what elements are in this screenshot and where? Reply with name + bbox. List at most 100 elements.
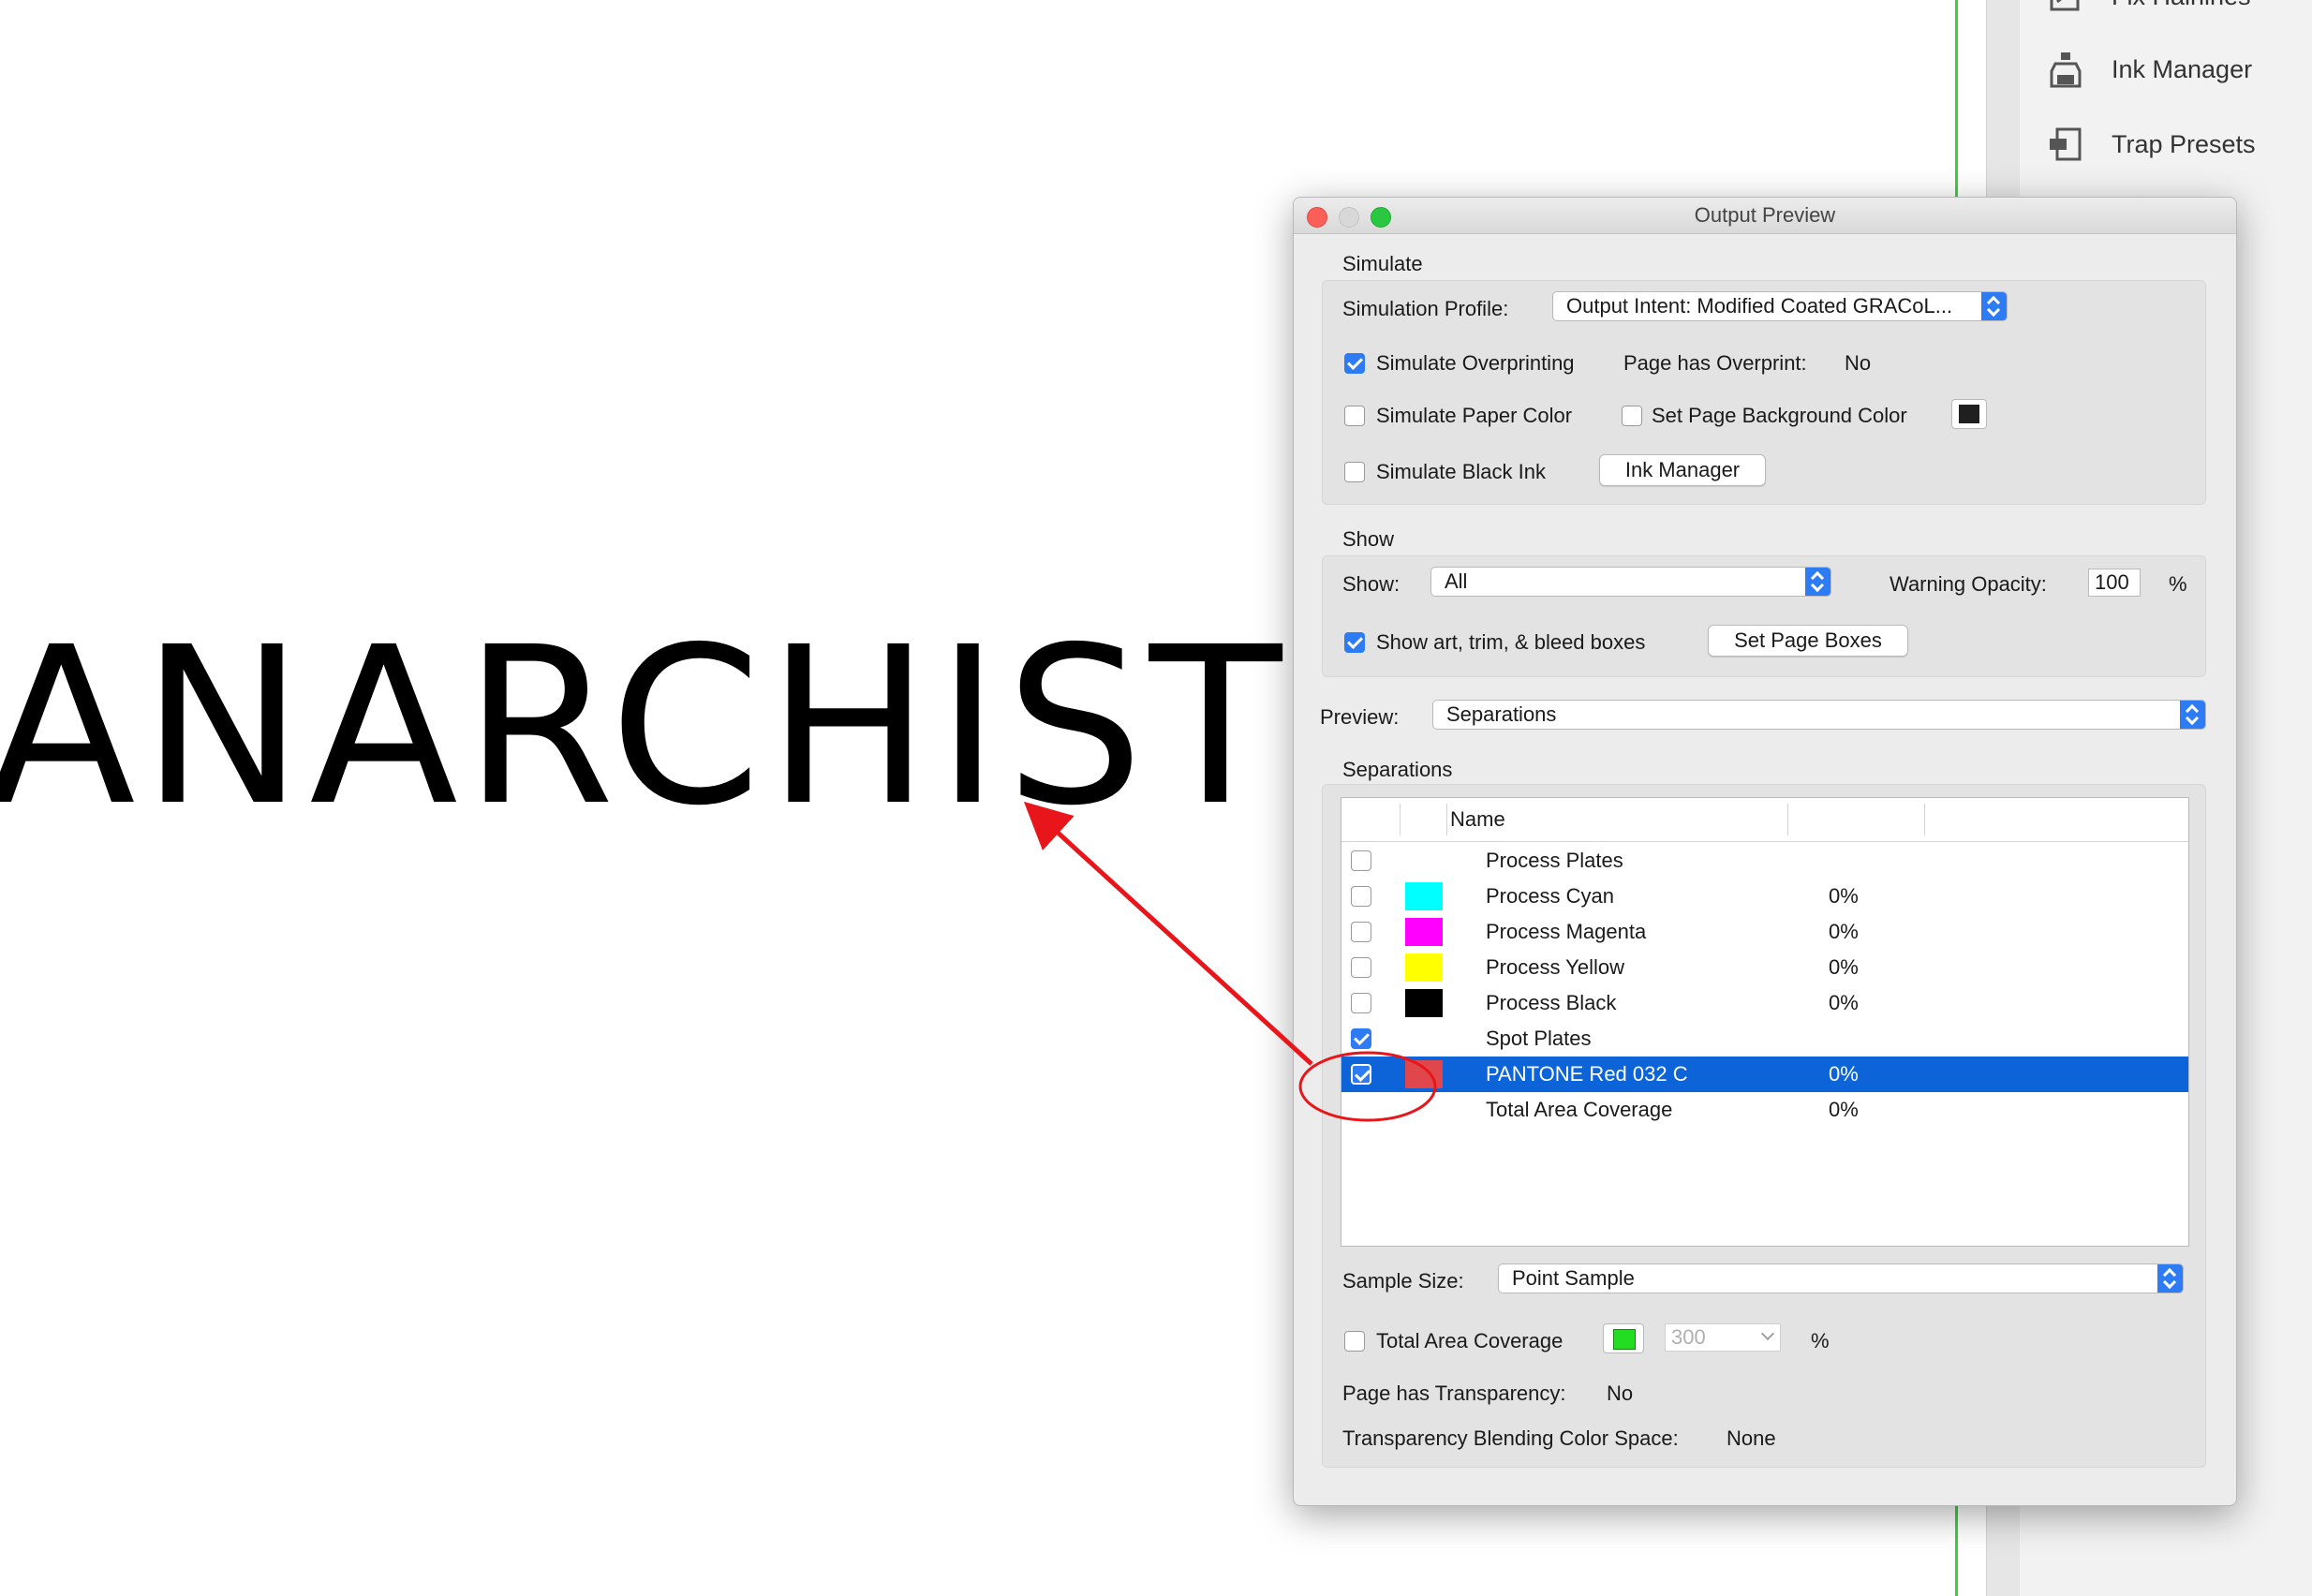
- row-visibility-checkbox[interactable]: [1351, 1064, 1371, 1085]
- chevron-updown-icon: [1805, 568, 1830, 596]
- row-percent: 0%: [1829, 884, 1859, 908]
- sample-size-select[interactable]: Point Sample: [1498, 1264, 2184, 1293]
- table-row-selected[interactable]: PANTONE Red 032 C 0%: [1341, 1057, 2188, 1092]
- row-percent: 0%: [1829, 1062, 1859, 1086]
- tool-item-ink-manager[interactable]: Ink Manager: [2048, 51, 2252, 88]
- coverage-color-fill: [1613, 1329, 1636, 1350]
- simulation-profile-select[interactable]: Output Intent: Modified Coated GRACoL...: [1552, 291, 2008, 321]
- warning-opacity-label: Warning Opacity:: [1890, 572, 2047, 596]
- dialog-title: Output Preview: [1694, 203, 1836, 227]
- row-visibility-checkbox[interactable]: [1351, 993, 1371, 1013]
- ink-manager-button[interactable]: Ink Manager: [1599, 454, 1766, 486]
- page-has-transparency-label: Page has Transparency:: [1342, 1382, 1566, 1405]
- page-background-color-fill: [1959, 405, 1979, 423]
- row-percent: 0%: [1829, 991, 1859, 1014]
- ink-color-swatch: [1405, 882, 1443, 910]
- tool-item-label: Fix Hairlines: [2112, 0, 2251, 11]
- fix-hairlines-icon: [2050, 0, 2080, 11]
- ink-color-swatch: [1405, 918, 1443, 946]
- table-row[interactable]: Process Yellow 0%: [1341, 950, 2188, 985]
- coverage-percent: %: [1811, 1329, 1830, 1352]
- show-section-label: Show: [1342, 527, 1395, 551]
- simulate-black-ink-label: Simulate Black Ink: [1376, 460, 1546, 483]
- chevron-updown-icon: [2180, 701, 2205, 729]
- sample-size-value: Point Sample: [1512, 1266, 1635, 1290]
- simulate-black-ink-checkbox[interactable]: [1344, 462, 1365, 482]
- row-name: Process Black: [1486, 991, 1617, 1014]
- preview-select[interactable]: Separations: [1432, 700, 2206, 730]
- set-page-background-checkbox[interactable]: [1622, 406, 1642, 426]
- blending-space-value: None: [1727, 1426, 1776, 1450]
- page-has-overprint-value: No: [1845, 351, 1872, 375]
- row-visibility-checkbox[interactable]: [1351, 1028, 1371, 1049]
- chevron-down-icon: [1760, 1326, 1775, 1341]
- row-percent: 0%: [1829, 1098, 1859, 1121]
- warning-opacity-percent: %: [2169, 572, 2187, 596]
- table-row[interactable]: Spot Plates: [1341, 1021, 2188, 1057]
- table-row[interactable]: Total Area Coverage 0%: [1341, 1092, 2188, 1128]
- show-boxes-label: Show art, trim, & bleed boxes: [1376, 630, 1646, 654]
- ink-bottle-icon: [2050, 52, 2082, 88]
- show-value: All: [1445, 569, 1468, 593]
- row-name: Process Plates: [1486, 849, 1623, 872]
- simulation-profile-value: Output Intent: Modified Coated GRACoL...: [1566, 294, 1953, 318]
- coverage-color-swatch[interactable]: [1603, 1323, 1644, 1353]
- table-row[interactable]: Process Cyan 0%: [1341, 879, 2188, 914]
- show-select[interactable]: All: [1430, 567, 1831, 597]
- page-has-overprint-label: Page has Overprint:: [1623, 351, 1807, 375]
- set-page-boxes-button[interactable]: Set Page Boxes: [1708, 625, 1908, 657]
- row-name: Process Magenta: [1486, 920, 1647, 943]
- separations-table: Name Process Plates Process Cyan 0% Proc…: [1341, 797, 2189, 1247]
- set-page-background-label: Set Page Background Color: [1652, 404, 1907, 427]
- row-visibility-checkbox[interactable]: [1351, 922, 1371, 942]
- tool-item-label: Ink Manager: [2112, 54, 2253, 83]
- page-background-color-swatch[interactable]: [1951, 399, 1987, 429]
- table-row[interactable]: Process Black 0%: [1341, 985, 2188, 1021]
- simulate-overprinting-checkbox[interactable]: [1344, 353, 1365, 374]
- row-name: Spot Plates: [1486, 1027, 1592, 1050]
- ink-color-swatch: [1405, 953, 1443, 982]
- dialog-titlebar: Output Preview: [1294, 198, 2236, 234]
- simulate-section-label: Simulate: [1342, 252, 1423, 275]
- chevron-updown-icon: [1981, 292, 2007, 320]
- chevron-updown-icon: [2157, 1264, 2183, 1293]
- table-row[interactable]: Process Plates: [1341, 843, 2188, 879]
- ink-color-swatch: [1405, 989, 1443, 1017]
- row-percent: 0%: [1829, 955, 1859, 979]
- output-preview-dialog: Output Preview Simulate Simulation Profi…: [1293, 197, 2237, 1506]
- coverage-limit-combobox[interactable]: 300: [1665, 1323, 1781, 1352]
- row-name: Process Yellow: [1486, 955, 1624, 979]
- preview-label: Preview:: [1320, 705, 1400, 729]
- row-name: Total Area Coverage: [1486, 1098, 1673, 1121]
- tool-item-label: Trap Presets: [2112, 129, 2256, 158]
- total-area-coverage-checkbox[interactable]: [1344, 1331, 1365, 1352]
- table-header: Name: [1341, 798, 2188, 842]
- row-visibility-checkbox[interactable]: [1351, 850, 1371, 871]
- row-visibility-checkbox[interactable]: [1351, 886, 1371, 907]
- simulate-paper-color-label: Simulate Paper Color: [1376, 404, 1573, 427]
- blending-space-label: Transparency Blending Color Space:: [1342, 1426, 1679, 1450]
- simulate-overprinting-label: Simulate Overprinting: [1376, 351, 1575, 375]
- table-row[interactable]: Process Magenta 0%: [1341, 914, 2188, 950]
- trap-presets-icon: [2050, 127, 2082, 161]
- show-boxes-checkbox[interactable]: [1344, 632, 1365, 653]
- warning-opacity-input[interactable]: 100: [2088, 569, 2141, 597]
- show-label: Show:: [1342, 572, 1401, 596]
- tool-item-trap-presets[interactable]: Trap Presets: [2048, 126, 2256, 163]
- row-visibility-checkbox[interactable]: [1351, 957, 1371, 978]
- simulate-paper-color-checkbox[interactable]: [1344, 406, 1365, 426]
- row-percent: 0%: [1829, 920, 1859, 943]
- tool-item-fix-hairlines[interactable]: Fix Hairlines: [2048, 0, 2251, 15]
- separations-section-label: Separations: [1342, 758, 1453, 781]
- page-has-transparency-value: No: [1607, 1382, 1634, 1405]
- row-name: PANTONE Red 032 C: [1486, 1062, 1688, 1086]
- sample-size-label: Sample Size:: [1342, 1269, 1464, 1293]
- column-header-name[interactable]: Name: [1450, 807, 1505, 832]
- document-text: ANARCHIST: [0, 600, 1288, 853]
- ink-color-swatch: [1405, 1060, 1443, 1088]
- simulation-profile-label: Simulation Profile:: [1342, 297, 1509, 320]
- preview-value: Separations: [1446, 702, 1557, 726]
- row-name: Process Cyan: [1486, 884, 1614, 908]
- coverage-limit-value: 300: [1671, 1325, 1706, 1349]
- total-area-coverage-label: Total Area Coverage: [1376, 1329, 1564, 1352]
